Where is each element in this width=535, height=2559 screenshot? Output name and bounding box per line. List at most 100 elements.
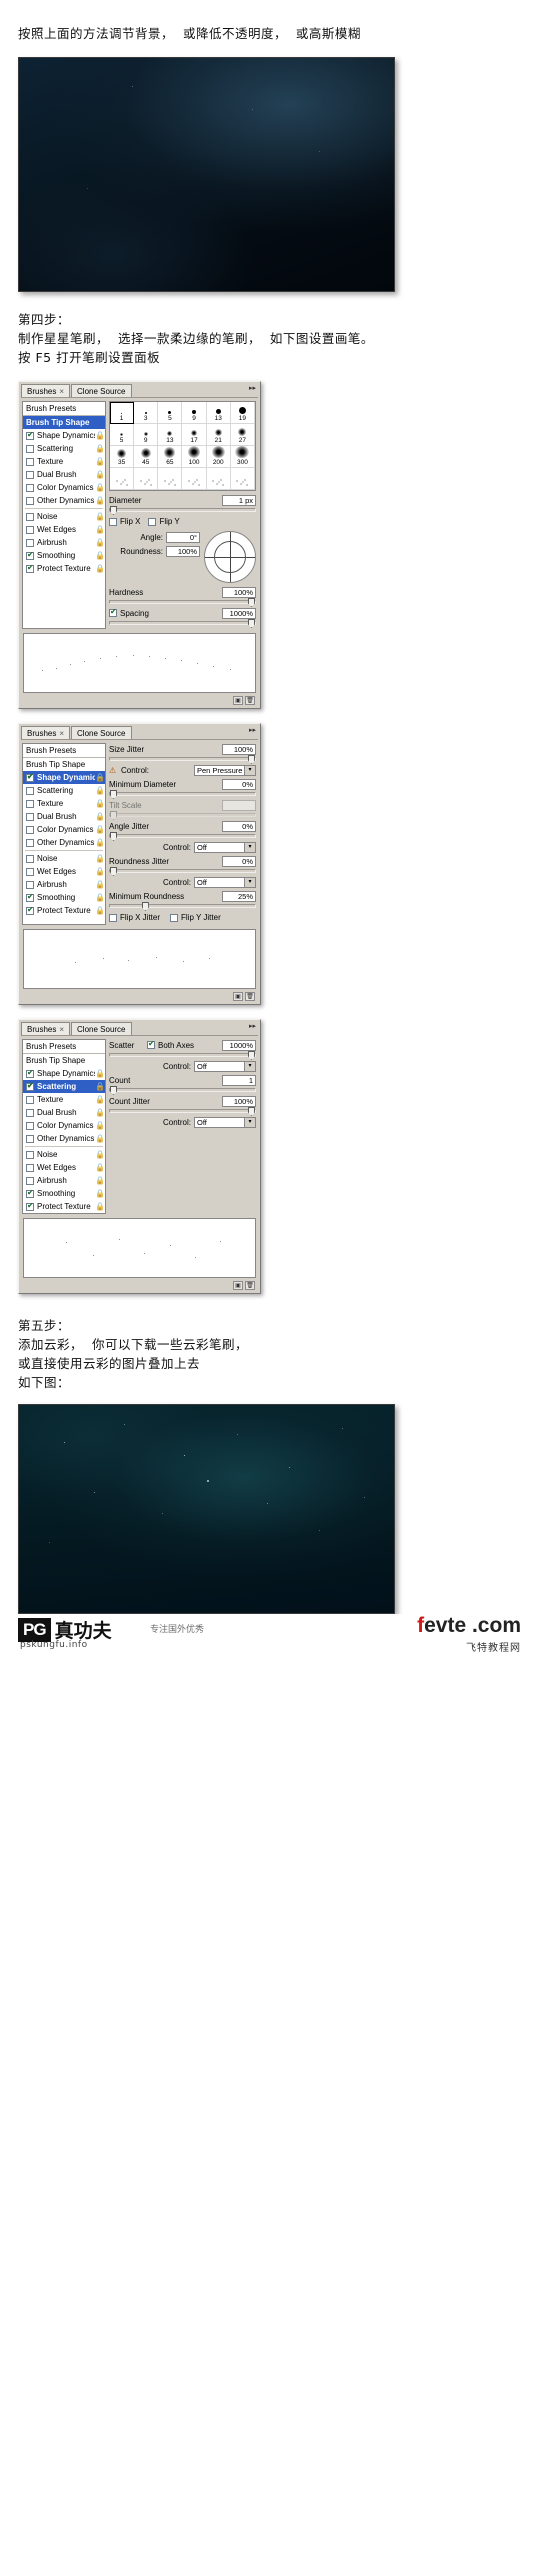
section-airbrush[interactable]: Airbrush 🔒 [23, 878, 105, 891]
checkbox-shape-dynamics[interactable] [26, 430, 34, 440]
brush-presets-item[interactable]: Brush Presets [23, 402, 105, 416]
flip-x-jitter-row[interactable]: Flip X Jitter [109, 913, 160, 922]
section-noise[interactable]: Noise 🔒 [23, 510, 105, 523]
lock-icon[interactable]: 🔒 [95, 496, 105, 505]
section-shape-dynamics[interactable]: Shape Dynamics 🔒 [23, 1067, 105, 1080]
section-dual-brush[interactable]: Dual Brush 🔒 [23, 468, 105, 481]
tab-clone-source[interactable]: Clone Source [71, 726, 132, 739]
tab-brushes[interactable]: Brushes × [21, 726, 71, 739]
lock-icon[interactable]: 🔒 [95, 470, 105, 479]
brush-tip-cell[interactable]: 5 [110, 424, 135, 446]
section-brush-tip-shape[interactable]: Brush Tip Shape [23, 758, 105, 771]
section-shape-dynamics[interactable]: Shape Dynamics 🔒 [23, 771, 105, 784]
lock-icon[interactable]: 🔒 [95, 512, 105, 521]
section-texture[interactable]: Texture 🔒 [23, 1093, 105, 1106]
brush-tip-cell[interactable]: 13 [158, 424, 183, 446]
angle-value[interactable]: 0° [166, 531, 200, 543]
brush-tip-cell[interactable]: 45 [134, 446, 159, 468]
section-other-dynamics[interactable]: Other Dynamics 🔒 [23, 1132, 105, 1145]
size-jitter-slider[interactable] [109, 755, 256, 764]
lock-icon[interactable]: 🔒 [95, 1202, 105, 1211]
checkbox-color-dynamics[interactable] [26, 1121, 34, 1130]
checkbox-dual-brush[interactable] [26, 470, 34, 479]
brush-tip-cell[interactable]: 100 [182, 446, 207, 468]
checkbox-other-dynamics[interactable] [26, 838, 34, 847]
panel-3-footer[interactable]: ▣ 🗑 [21, 1280, 258, 1291]
flip-y-jitter-checkbox[interactable] [170, 913, 179, 922]
slider-handle[interactable] [248, 1051, 255, 1060]
slider-handle[interactable] [248, 598, 255, 607]
lock-icon[interactable]: 🔒 [95, 564, 105, 573]
angle-jitter-value[interactable]: 0% [222, 820, 256, 832]
section-texture[interactable]: Texture 🔒 [23, 797, 105, 810]
section-brush-tip-shape[interactable]: Brush Tip Shape [23, 416, 105, 429]
lock-icon[interactable]: 🔒 [95, 551, 105, 560]
section-dual-brush[interactable]: Dual Brush 🔒 [23, 810, 105, 823]
minimum-diameter-value[interactable]: 0% [222, 778, 256, 790]
lock-icon[interactable]: 🔒 [95, 1176, 105, 1185]
checkbox-wet-edges[interactable] [26, 867, 34, 876]
checkbox-color-dynamics[interactable] [26, 825, 34, 834]
create-new-brush-icon[interactable]: ▣ [233, 1281, 243, 1290]
panel-1-tabs[interactable]: Brushes × Clone Source ▸▸ [21, 384, 258, 398]
checkbox-airbrush[interactable] [26, 538, 34, 547]
brush-tip-cell[interactable]: 65 [158, 446, 183, 468]
panel-2-tabs[interactable]: Brushes × Clone Source ▸▸ [21, 726, 258, 740]
lock-icon[interactable]: 🔒 [95, 1163, 105, 1172]
minimum-roundness-slider[interactable] [109, 902, 256, 911]
lock-icon[interactable]: 🔒 [95, 906, 105, 915]
section-scattering[interactable]: Scattering 🔒 [23, 784, 105, 797]
slider-handle[interactable] [110, 1086, 117, 1095]
brush-tip-cell[interactable]: 27 [230, 424, 255, 446]
section-shape-dynamics[interactable]: Shape Dynamics 🔒 [23, 429, 105, 442]
lock-icon[interactable]: 🔒 [95, 1082, 105, 1091]
lock-icon[interactable]: 🔒 [95, 431, 105, 440]
slider-handle[interactable] [141, 902, 149, 911]
flip-x-jitter-checkbox[interactable] [109, 913, 117, 922]
angle-roundness-dial[interactable] [204, 531, 256, 583]
section-dual-brush[interactable]: Dual Brush 🔒 [23, 1106, 105, 1119]
checkbox-noise[interactable] [26, 854, 34, 863]
tab-clone-source[interactable]: Clone Source [71, 1022, 132, 1035]
brush-tip-cell[interactable]: 1 [110, 402, 135, 424]
panel-2-section-list[interactable]: Brush Presets Brush Tip Shape Shape Dyna… [22, 743, 106, 925]
lock-icon[interactable]: 🔒 [95, 444, 105, 453]
brush-tip-cell[interactable] [182, 468, 207, 490]
brush-presets-item[interactable]: Brush Presets [23, 744, 105, 758]
brush-tip-cell[interactable] [158, 468, 183, 490]
flip-x-checkbox-row[interactable]: Flip X [109, 517, 140, 526]
section-airbrush[interactable]: Airbrush 🔒 [23, 1174, 105, 1187]
section-texture[interactable]: Texture 🔒 [23, 455, 105, 468]
chevron-down-icon[interactable]: ▾ [244, 765, 255, 775]
section-protect-texture[interactable]: Protect Texture 🔒 [23, 562, 105, 575]
tab-brushes[interactable]: Brushes × [21, 1022, 71, 1035]
brushes-panel-2[interactable]: Brushes × Clone Source ▸▸ Brush Presets B… [18, 723, 261, 1005]
lock-icon[interactable]: 🔒 [95, 457, 105, 466]
flip-y-checkbox-row[interactable]: Flip Y [148, 517, 180, 526]
lock-icon[interactable]: 🔒 [95, 538, 105, 547]
section-smoothing[interactable]: Smoothing 🔒 [23, 891, 105, 904]
checkbox-shape-dynamics[interactable] [26, 772, 34, 782]
checkbox-wet-edges[interactable] [26, 1163, 34, 1172]
checkbox-texture[interactable] [26, 1095, 34, 1104]
size-jitter-value[interactable]: 100% [222, 743, 256, 755]
brush-presets-item[interactable]: Brush Presets [23, 1040, 105, 1054]
chevron-down-icon[interactable]: ▾ [244, 877, 255, 887]
spacing-value[interactable]: 1000% [222, 607, 256, 619]
lock-icon[interactable]: 🔒 [95, 1189, 105, 1198]
close-icon[interactable]: × [59, 1025, 64, 1034]
spacing-checkbox[interactable] [109, 607, 117, 617]
checkbox-color-dynamics[interactable] [26, 483, 34, 492]
lock-icon[interactable]: 🔒 [95, 786, 105, 795]
count-slider[interactable] [109, 1086, 256, 1095]
panel-3-tabs[interactable]: Brushes × Clone Source ▸▸ [21, 1022, 258, 1036]
flip-x-checkbox[interactable] [109, 517, 117, 526]
section-airbrush[interactable]: Airbrush 🔒 [23, 536, 105, 549]
roundness-value[interactable]: 100% [166, 545, 200, 557]
checkbox-airbrush[interactable] [26, 880, 34, 889]
section-smoothing[interactable]: Smoothing 🔒 [23, 1187, 105, 1200]
delete-brush-icon[interactable]: 🗑 [245, 992, 255, 1001]
checkbox-dual-brush[interactable] [26, 1108, 34, 1117]
lock-icon[interactable]: 🔒 [95, 1121, 105, 1130]
brush-tip-cell[interactable]: 9 [182, 402, 207, 424]
